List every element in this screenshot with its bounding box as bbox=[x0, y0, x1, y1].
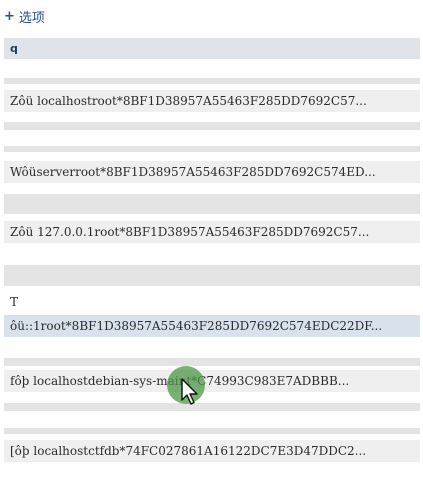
table-row[interactable]: [ôþ localhostctfdb*74FC027861A16122DC7E3… bbox=[4, 440, 420, 462]
table-row[interactable]: Zôü localhostroot*8BF1D38957A55463F285DD… bbox=[4, 90, 420, 112]
separator-bar bbox=[4, 428, 420, 434]
table-row[interactable]: Wôüserverroot*8BF1D38957A55463F285DD7692… bbox=[4, 161, 420, 183]
separator-bar bbox=[4, 122, 420, 130]
separator-bar bbox=[4, 146, 420, 152]
row-text: Zôü 127.0.0.1root*8BF1D38957A55463F285DD… bbox=[10, 225, 370, 239]
options-label: 选项 bbox=[18, 10, 45, 26]
plus-icon: + bbox=[4, 8, 15, 24]
separator-bar bbox=[4, 78, 420, 84]
field-label-t: T bbox=[10, 295, 19, 309]
table-row[interactable]: fôþ localhostdebian-sys-maint*C74993C983… bbox=[4, 370, 420, 392]
header-label: q bbox=[10, 42, 18, 55]
separator-bar bbox=[4, 358, 420, 366]
options-toggle[interactable]: + 选项 bbox=[4, 7, 45, 26]
results-header: q bbox=[4, 38, 420, 59]
row-text: Zôü localhostroot*8BF1D38957A55463F285DD… bbox=[10, 94, 367, 108]
row-text: ôü::1root*8BF1D38957A55463F285DD7692C574… bbox=[10, 319, 383, 333]
separator-bar bbox=[4, 403, 420, 411]
row-text: Wôüserverroot*8BF1D38957A55463F285DD7692… bbox=[10, 165, 376, 179]
table-row[interactable]: ôü::1root*8BF1D38957A55463F285DD7692C574… bbox=[4, 315, 420, 337]
table-row[interactable]: Zôü 127.0.0.1root*8BF1D38957A55463F285DD… bbox=[4, 221, 420, 243]
mouse-pointer-icon bbox=[181, 378, 198, 405]
separator-bar bbox=[4, 194, 420, 214]
row-text: [ôþ localhostctfdb*74FC027861A16122DC7E3… bbox=[10, 444, 367, 458]
separator-bar bbox=[4, 265, 420, 286]
